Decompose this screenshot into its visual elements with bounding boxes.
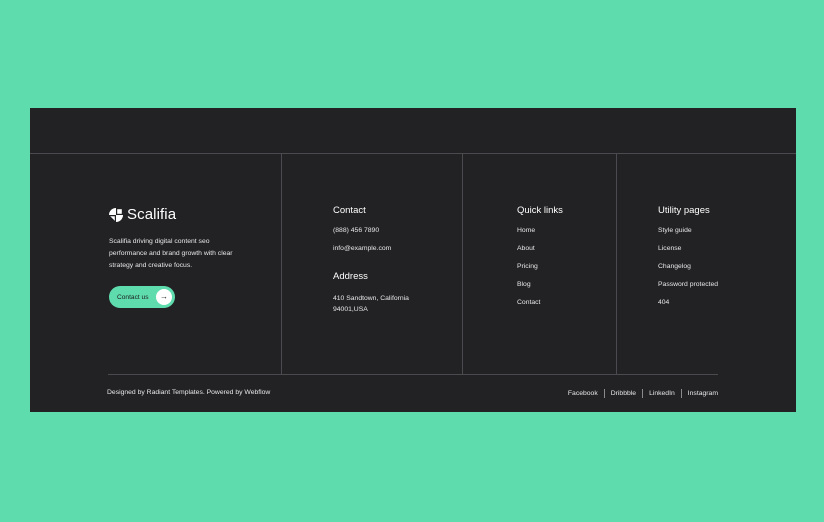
column-divider — [616, 154, 617, 374]
social-link-facebook[interactable]: Facebook — [568, 390, 598, 397]
social-link-linkedin[interactable]: LinkedIn — [649, 390, 675, 397]
contact-email-link[interactable]: info@example.com — [333, 245, 409, 253]
social-separator — [603, 389, 605, 398]
quick-link-about[interactable]: About — [517, 245, 563, 253]
address-line-2: 94001,USA — [333, 306, 368, 313]
quick-link-pricing[interactable]: Pricing — [517, 263, 563, 271]
contact-title: Contact — [333, 205, 366, 216]
scalifia-logo-icon — [109, 208, 123, 222]
utility-link-license[interactable]: License — [658, 245, 718, 253]
utility-link-404[interactable]: 404 — [658, 299, 718, 307]
top-divider — [30, 153, 796, 154]
utility-link-style-guide[interactable]: Style guide — [658, 227, 718, 235]
address-line-1: 410 Sandtown, California — [333, 295, 409, 302]
column-divider — [462, 154, 463, 374]
utility-pages-title: Utility pages — [658, 205, 710, 216]
utility-pages-column: Utility pages Style guide License Change… — [658, 205, 718, 317]
contact-phone-link[interactable]: (888) 456 7890 — [333, 227, 409, 235]
social-links: Facebook Dribbble LinkedIn Instagram — [568, 389, 718, 398]
quick-link-home[interactable]: Home — [517, 227, 563, 235]
brand-description: Scalifia driving digital content seo per… — [109, 238, 233, 269]
social-separator — [680, 389, 682, 398]
column-divider — [281, 154, 282, 374]
quick-link-blog[interactable]: Blog — [517, 281, 563, 289]
credits-text: Designed by Radiant Templates. Powered b… — [107, 389, 271, 396]
quick-links-column: Quick links Home About Pricing Blog Cont… — [517, 205, 563, 317]
contact-us-label: Contact us — [117, 293, 149, 301]
arrow-right-icon: → — [156, 289, 172, 305]
bottom-divider — [108, 374, 718, 375]
address-title: Address — [333, 271, 368, 282]
contact-us-button[interactable]: Contact us → — [109, 286, 175, 308]
social-separator — [642, 389, 644, 398]
social-link-instagram[interactable]: Instagram — [688, 390, 718, 397]
social-link-dribbble[interactable]: Dribbble — [611, 390, 636, 397]
utility-link-password-protected[interactable]: Password protected — [658, 281, 718, 289]
brand-name: Scalifia — [127, 206, 177, 223]
quick-link-contact[interactable]: Contact — [517, 299, 563, 307]
logo[interactable]: Scalifia — [109, 206, 259, 224]
utility-link-changelog[interactable]: Changelog — [658, 263, 718, 271]
quick-links-title: Quick links — [517, 205, 563, 216]
contact-column: Contact (888) 456 7890 info@example.com … — [333, 205, 409, 315]
brand-column: Scalifia Scalifia driving digital conten… — [109, 206, 259, 308]
site-footer: Scalifia Scalifia driving digital conten… — [30, 108, 796, 412]
